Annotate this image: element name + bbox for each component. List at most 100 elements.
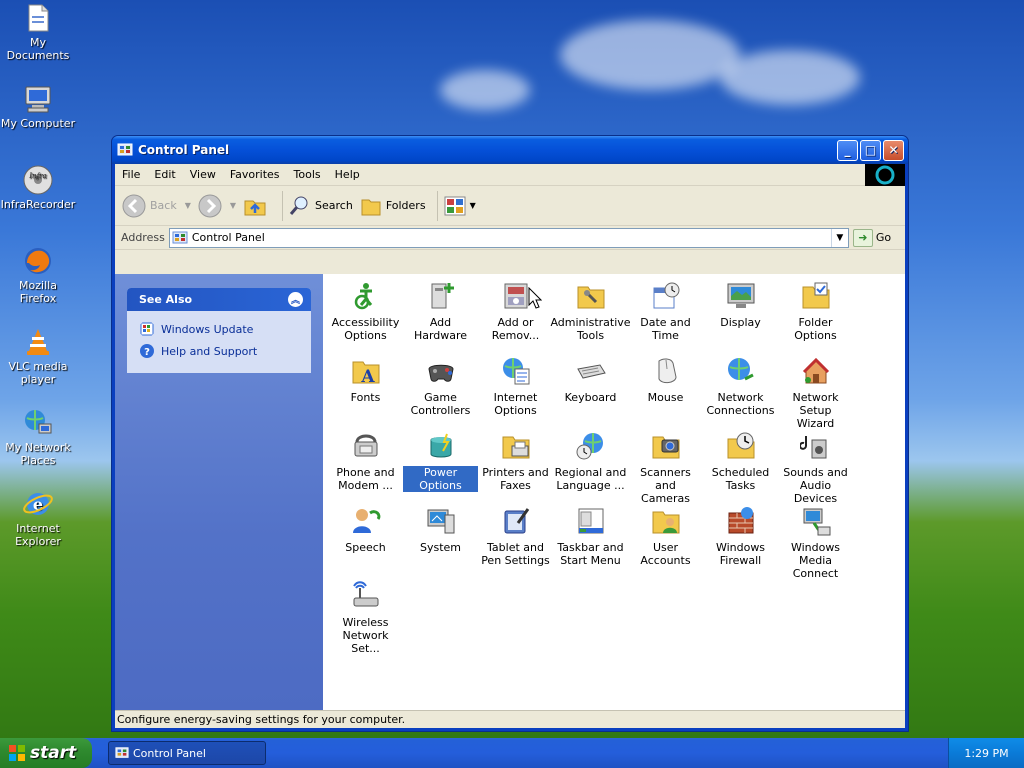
cp-item-system[interactable]: System: [403, 505, 478, 580]
taskbar-item-label: Control Panel: [133, 746, 206, 760]
cp-item-tablet-pen[interactable]: Tablet and Pen Settings: [478, 505, 553, 580]
cp-item-speech[interactable]: Speech: [328, 505, 403, 580]
cp-item-scheduled-tasks[interactable]: Scheduled Tasks: [703, 430, 778, 505]
cp-item-internet-options[interactable]: Internet Options: [478, 355, 553, 430]
cloud: [440, 70, 530, 110]
cp-item-label: Taskbar and Start Menu: [557, 541, 624, 567]
cp-item-label: Date and Time: [640, 316, 691, 342]
clock[interactable]: 1:29 PM: [964, 747, 1008, 760]
status-bar: Configure energy-saving settings for you…: [115, 710, 905, 728]
start-button[interactable]: start: [0, 738, 92, 768]
windows-flag-icon: [9, 745, 25, 761]
cp-item-windows-firewall[interactable]: Windows Firewall: [703, 505, 778, 580]
menu-edit[interactable]: Edit: [147, 168, 182, 181]
cp-item-sounds-audio[interactable]: Sounds and Audio Devices: [778, 430, 853, 505]
desktop-icon-network-places[interactable]: My Network Places: [0, 407, 76, 467]
address-bar: Address Control Panel ▼ ➜ Go: [115, 226, 905, 250]
help-support-link[interactable]: ? Help and Support: [139, 343, 299, 359]
search-button[interactable]: Search: [288, 194, 353, 218]
cp-item-scanners-cameras[interactable]: Scanners and Cameras: [628, 430, 703, 505]
window-titlebar[interactable]: Control Panel _ □ ✕: [112, 136, 908, 164]
printers-faxes-icon: [502, 436, 529, 459]
scheduled-tasks-icon: [727, 432, 754, 459]
address-label: Address: [121, 231, 165, 244]
cp-item-accessibility[interactable]: Accessibility Options: [328, 280, 403, 355]
desktop-icon-infrarecorder[interactable]: Infra InfraRecorder: [0, 164, 76, 211]
close-button[interactable]: ✕: [883, 139, 904, 161]
vlc-icon: [27, 329, 49, 355]
taskbar-item-control-panel[interactable]: Control Panel: [108, 741, 266, 765]
go-button[interactable]: ➜ Go: [852, 228, 891, 247]
desktop-icon-label: My Documents: [6, 36, 70, 62]
taskbar: start Control Panel 1:29 PM: [0, 738, 1024, 768]
close-icon: ✕: [888, 143, 899, 157]
cp-item-label: Fonts: [350, 391, 381, 404]
windows-update-link[interactable]: Windows Update: [139, 321, 299, 337]
see-also-panel: See Also ︽ Windows Update ? Help and Sup…: [127, 288, 311, 373]
views-button[interactable]: ▼: [443, 194, 476, 218]
up-button[interactable]: [242, 193, 271, 219]
cp-item-taskbar-start-menu[interactable]: Taskbar and Start Menu: [553, 505, 628, 580]
tablet-pen-icon: [504, 508, 529, 534]
menu-tools[interactable]: Tools: [287, 168, 328, 181]
cp-item-regional-language[interactable]: Regional and Language ...: [553, 430, 628, 505]
forward-dropdown-icon[interactable]: ▼: [230, 201, 236, 210]
maximize-button[interactable]: □: [860, 139, 881, 161]
back-button[interactable]: Back ▼: [121, 193, 191, 219]
cp-item-user-accounts[interactable]: User Accounts: [628, 505, 703, 580]
cp-item-game-controllers[interactable]: Game Controllers: [403, 355, 478, 430]
desktop-icon-internet-explorer[interactable]: e Internet Explorer: [0, 488, 76, 548]
scanners-cameras-icon: [652, 436, 679, 459]
cp-item-add-hardware[interactable]: Add Hardware: [403, 280, 478, 355]
cp-item-date-time[interactable]: Date and Time: [628, 280, 703, 355]
collapse-chevron-icon[interactable]: ︽: [288, 292, 303, 307]
forward-button[interactable]: ▼: [197, 193, 236, 219]
cp-item-label: Network Setup Wizard: [792, 391, 839, 430]
cp-item-phone-modem[interactable]: Phone and Modem ...: [328, 430, 403, 505]
cp-item-network-setup-wizard[interactable]: Network Setup Wizard: [778, 355, 853, 430]
infrarecorder-icon: Infra: [23, 165, 53, 195]
main-content: See Also ︽ Windows Update ? Help and Sup…: [115, 274, 905, 710]
cp-item-label: User Accounts: [640, 541, 691, 567]
items-view: Accessibility Options Add Hardware Add or …: [323, 274, 905, 710]
window-title: Control Panel: [138, 143, 230, 157]
folders-icon: [361, 199, 381, 215]
svg-text:A: A: [360, 367, 375, 387]
cp-item-network-connections[interactable]: Network Connections: [703, 355, 778, 430]
address-dropdown-button[interactable]: ▼: [830, 228, 848, 247]
cp-item-fonts[interactable]: A Fonts: [328, 355, 403, 430]
desktop-icon-my-computer[interactable]: My Computer: [0, 83, 76, 130]
see-also-header[interactable]: See Also ︽: [127, 288, 311, 311]
menu-file[interactable]: File: [115, 168, 147, 181]
see-also-title: See Also: [139, 293, 193, 306]
cp-item-wireless-network-setup[interactable]: Wireless Network Set...: [328, 580, 403, 655]
cp-item-display[interactable]: Display: [703, 280, 778, 355]
control-panel-window: Control Panel _ □ ✕ File Edit View Favor…: [111, 135, 909, 732]
address-input[interactable]: Control Panel ▼: [168, 227, 849, 248]
menu-help[interactable]: Help: [328, 168, 367, 181]
cp-item-label: Administrative Tools: [550, 316, 631, 342]
cp-item-mouse[interactable]: Mouse: [628, 355, 703, 430]
folders-button[interactable]: Folders: [359, 194, 426, 218]
network-places-icon: [25, 410, 52, 434]
back-dropdown-icon[interactable]: ▼: [185, 201, 191, 210]
cp-item-folder-options[interactable]: Folder Options: [778, 280, 853, 355]
cp-item-administrative-tools[interactable]: Administrative Tools: [550, 280, 631, 355]
speech-icon: [352, 509, 380, 533]
menu-favorites[interactable]: Favorites: [223, 168, 287, 181]
cp-item-label: Windows Firewall: [715, 541, 766, 567]
cp-item-windows-media-connect[interactable]: Windows Media Connect: [778, 505, 853, 580]
folders-label: Folders: [385, 199, 426, 212]
my-documents-icon: [28, 4, 49, 32]
cp-item-power-options[interactable]: Power Options: [402, 430, 479, 505]
cp-item-label: Printers and Faxes: [482, 466, 549, 492]
menu-view[interactable]: View: [183, 168, 223, 181]
system-icon: [427, 509, 454, 534]
cp-item-keyboard[interactable]: Keyboard: [553, 355, 628, 430]
desktop-icon-my-documents[interactable]: My Documents: [0, 2, 76, 62]
desktop-icon-firefox[interactable]: Mozilla Firefox: [0, 245, 76, 305]
desktop-icon-label: VLC media player: [8, 360, 68, 386]
desktop-icon-vlc[interactable]: VLC media player: [0, 326, 76, 386]
minimize-button[interactable]: _: [837, 139, 858, 161]
cp-item-printers-faxes[interactable]: Printers and Faxes: [478, 430, 553, 505]
